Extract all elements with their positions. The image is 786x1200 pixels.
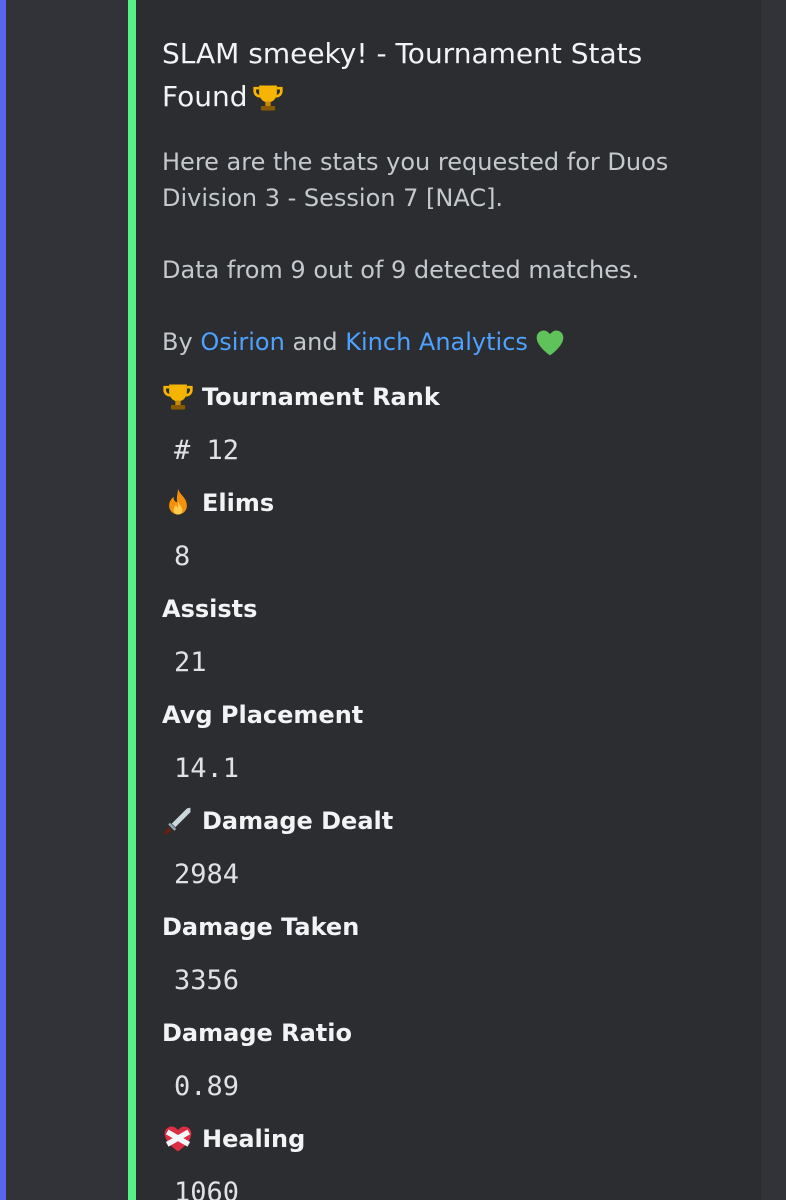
credit-and: and — [292, 328, 338, 356]
field-name-tournament-rank: Tournament Rank — [202, 383, 440, 411]
embed-title-text: SLAM smeeky! - Tournament Stats Found — [162, 37, 643, 113]
embed-accent-bar — [128, 0, 136, 1200]
field-elims: Elims 8 — [162, 486, 732, 574]
field-damage-dealt: Damage Dealt 2984 — [162, 804, 732, 892]
embed-title: SLAM smeeky! - Tournament Stats Found — [162, 32, 732, 118]
stats-embed: SLAM smeeky! - Tournament Stats Found He… — [128, 0, 761, 1200]
field-value-damage-ratio: 0.89 — [174, 1071, 240, 1102]
field-damage-ratio: Damage Ratio 0.89 — [162, 1016, 732, 1104]
dagger-icon — [163, 807, 191, 836]
stats-fields: Tournament Rank # 12 Elims 8 Assists 21 — [162, 380, 732, 1200]
embed-description: Here are the stats you requested for Duo… — [162, 148, 669, 212]
field-name-damage-dealt: Damage Dealt — [202, 807, 394, 835]
field-value-assists: 21 — [174, 647, 207, 678]
field-value-elims: 8 — [174, 541, 191, 572]
credit-prefix: By — [162, 328, 193, 356]
kinch-analytics-link[interactable]: Kinch Analytics — [345, 328, 528, 356]
message-highlight-bar — [0, 0, 6, 1200]
field-damage-taken: Damage Taken 3356 — [162, 910, 732, 998]
field-name-healing: Healing — [202, 1125, 306, 1153]
field-name-damage-taken: Damage Taken — [162, 913, 360, 941]
field-name-avg-placement: Avg Placement — [162, 701, 364, 729]
field-value-avg-placement: 14.1 — [174, 753, 240, 784]
embed-body: SLAM smeeky! - Tournament Stats Found He… — [162, 32, 732, 1200]
field-value-damage-dealt: 2984 — [174, 859, 240, 890]
field-tournament-rank: Tournament Rank # 12 — [162, 380, 732, 468]
fire-icon — [169, 488, 187, 515]
embed-match-count: Data from 9 out of 9 detected matches. — [162, 256, 640, 284]
discord-channel-view: SLAM smeeky! - Tournament Stats Found He… — [0, 0, 786, 1200]
field-value-tournament-rank: # 12 — [174, 435, 240, 466]
green-heart-icon — [536, 330, 564, 356]
trophy-icon — [163, 384, 193, 410]
embed-credit: By Osirion and Kinch Analytics — [162, 324, 732, 360]
osirion-link[interactable]: Osirion — [200, 328, 285, 356]
field-name-elims: Elims — [202, 489, 275, 517]
field-value-healing: 1060 — [174, 1177, 240, 1200]
field-name-damage-ratio: Damage Ratio — [162, 1019, 352, 1047]
field-avg-placement: Avg Placement 14.1 — [162, 698, 732, 786]
field-healing: Healing 1060 — [162, 1122, 732, 1200]
mending-heart-icon — [164, 1126, 192, 1152]
field-name-assists: Assists — [162, 595, 258, 623]
field-assists: Assists 21 — [162, 592, 732, 680]
field-value-damage-taken: 3356 — [174, 965, 240, 996]
trophy-icon — [252, 85, 283, 111]
